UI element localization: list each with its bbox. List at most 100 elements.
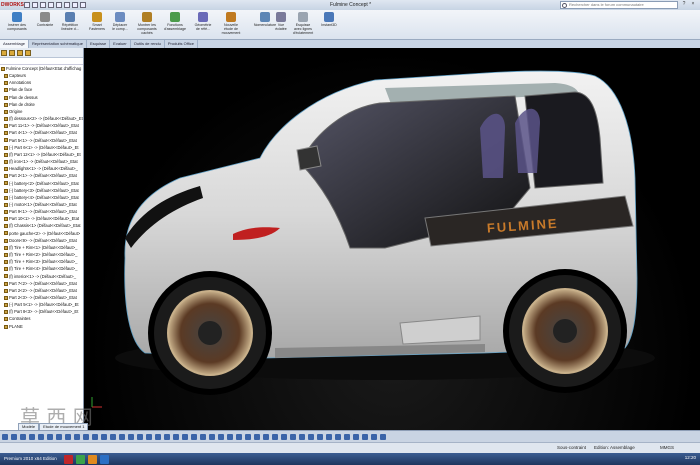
tab-3[interactable]: Evaluer: [110, 40, 131, 48]
tree-filter[interactable]: [0, 58, 83, 65]
sweep-icon[interactable]: [281, 433, 287, 440]
tree-item[interactable]: Capteurs: [0, 72, 83, 79]
pan-icon[interactable]: [83, 433, 89, 440]
help-icon[interactable]: ?: [681, 1, 687, 8]
isometric-view-icon[interactable]: [56, 433, 62, 440]
tree-item[interactable]: (-) Part 6<1> -> (Défaut<<Défaut>_Et: [0, 144, 83, 151]
reference-plane-icon[interactable]: [335, 433, 341, 440]
hole-wizard-icon[interactable]: [326, 433, 332, 440]
curves-icon[interactable]: [362, 433, 368, 440]
tree-item[interactable]: Part 10<1> -> (Défaut<<Défaut>_Etat: [0, 215, 83, 222]
tree-item[interactable]: Part 9<1> -> (Défaut<<Défaut>_Etat: [0, 208, 83, 215]
car-model[interactable]: FULMINE: [85, 48, 700, 430]
revolve-icon[interactable]: [272, 433, 278, 440]
smart-dimension-icon[interactable]: [182, 433, 188, 440]
mirror-icon[interactable]: [227, 433, 233, 440]
sketch-icon[interactable]: [173, 433, 179, 440]
rotate-icon[interactable]: [74, 433, 80, 440]
shell-icon[interactable]: [299, 433, 305, 440]
taskbar-solidworks[interactable]: Premium 2010 x64 Edition: [0, 454, 61, 464]
tree-item[interactable]: Origine: [0, 108, 83, 115]
graphics-area[interactable]: ⌕ ⌕ ↶ ◧ ⬒ ◼ ◎ ◐ ◍ ▣ ▫▫▫: [85, 48, 700, 430]
perspective-icon[interactable]: [128, 433, 134, 440]
tree-item[interactable]: (-) battery<4> (Défaut<<Défaut>_Etat: [0, 194, 83, 201]
tree-item[interactable]: (-) battery<2> (Défaut<<Défaut>_Etat: [0, 180, 83, 187]
extrude-icon[interactable]: [263, 433, 269, 440]
tree-item[interactable]: porte gauche<2> -> (Défaut<<Défaut>: [0, 230, 83, 237]
configuration-manager-icon[interactable]: [17, 49, 23, 56]
tree-item[interactable]: Headlights<1> -> (Défaut<<Défaut>_: [0, 165, 83, 172]
tree-item[interactable]: Part 5<1> -> (Défaut<<Défaut>_Etat: [0, 137, 83, 144]
tree-item[interactable]: Part 11<1> -> (Défaut<<Défaut>_Etat: [0, 122, 83, 129]
tree-item[interactable]: (-) battery<3> (Défaut<<Défaut>_Etat: [0, 187, 83, 194]
tree-item[interactable]: Plan de face: [0, 86, 83, 93]
hidden-lines-icon[interactable]: [119, 433, 125, 440]
tree-item[interactable]: (-) Part 5<1> -> (Défaut<<Défaut>_Et: [0, 301, 83, 308]
tree-item[interactable]: Plan de droite: [0, 101, 83, 108]
ribbon-command[interactable]: Fonctions d'assemblage: [160, 12, 190, 31]
zoom-icon[interactable]: [92, 433, 98, 440]
ribbon-command[interactable]: Géométrie de réfé...: [188, 12, 218, 31]
tree-item[interactable]: Plan de dessus: [0, 94, 83, 101]
arc-icon[interactable]: [209, 433, 215, 440]
pattern-icon[interactable]: [236, 433, 242, 440]
tree-item[interactable]: Part 2<3> -> (Défaut<<Défaut>_Etat: [0, 294, 83, 301]
draft-icon[interactable]: [308, 433, 314, 440]
top-view-icon[interactable]: [38, 433, 44, 440]
taskbar-app-icon[interactable]: [75, 454, 85, 464]
tree-item[interactable]: (f) Chassis<1> (Défaut<<Défaut>_Etat: [0, 222, 83, 229]
tree-item[interactable]: (f) iron<1> -> (Défaut<<Défaut>_Etat: [0, 158, 83, 165]
coordinate-system-icon[interactable]: [353, 433, 359, 440]
normal-to-icon[interactable]: [65, 433, 71, 440]
left-view-icon[interactable]: [20, 433, 26, 440]
property-manager-icon[interactable]: [9, 49, 15, 56]
back-view-icon[interactable]: [11, 433, 17, 440]
tree-item[interactable]: (f) dessous<2> -> (Défaut<<Défaut>_Et: [0, 115, 83, 122]
ribbon-command[interactable]: Nouvelle étude de mouvement: [216, 12, 246, 35]
reference-axis-icon[interactable]: [344, 433, 350, 440]
tree-item[interactable]: (f) Tire + Rim<4> (Défaut<<Défaut>_: [0, 265, 83, 272]
ribbon-command[interactable]: Montrer les composants cachés: [132, 12, 162, 35]
tab-0[interactable]: Assemblage: [0, 40, 30, 48]
front-view-icon[interactable]: [2, 433, 8, 440]
save-icon[interactable]: [40, 2, 46, 8]
new-document-icon[interactable]: [24, 2, 30, 8]
community-search-input[interactable]: Rechercher dans le forum communautaire: [560, 1, 678, 9]
tree-item[interactable]: (f) Part 12<1> -> (Défaut<<Défaut>_Et: [0, 151, 83, 158]
options-icon[interactable]: [80, 2, 86, 8]
tab-2[interactable]: Esquisse: [87, 40, 111, 48]
wireframe-icon[interactable]: [110, 433, 116, 440]
ribbon-command[interactable]: Répétition linéaire d...: [55, 12, 85, 31]
right-view-icon[interactable]: [29, 433, 35, 440]
print-icon[interactable]: [48, 2, 54, 8]
tree-item[interactable]: Fulmine Concept (Défaut<Etat d'affichag: [0, 65, 83, 72]
taskbar-app-icon[interactable]: [87, 454, 97, 464]
ribbon-command[interactable]: Instant3D: [314, 12, 344, 27]
loft-icon[interactable]: [290, 433, 296, 440]
tree-item[interactable]: (f) Part 8<3> -> (Défaut<<Défaut>_Et: [0, 308, 83, 315]
tree-item[interactable]: (f) interior<1> -> (Défaut<<Défaut>_: [0, 273, 83, 280]
weldments-icon[interactable]: [380, 433, 386, 440]
tab-5[interactable]: Produits Office: [165, 40, 199, 48]
line-icon[interactable]: [191, 433, 197, 440]
tree-item[interactable]: Part 4<1> -> (Défaut<<Défaut>_Etat: [0, 129, 83, 136]
taskbar-app-icon[interactable]: [63, 454, 73, 464]
shadows-icon[interactable]: [137, 433, 143, 440]
tab-1[interactable]: Représentation schématique: [29, 40, 87, 48]
tree-item[interactable]: Annotations: [0, 79, 83, 86]
tree-item[interactable]: Contraintes: [0, 315, 83, 322]
trim-icon[interactable]: [218, 433, 224, 440]
ribbon-command[interactable]: Insérer des composants: [2, 12, 32, 31]
tree-item[interactable]: Doors<9> -> (Défaut<<Défaut>_Etat: [0, 237, 83, 244]
tree-item[interactable]: Part 2<1> -> (Défaut<<Défaut>_Etat: [0, 172, 83, 179]
rebuild-icon[interactable]: [72, 2, 78, 8]
bottom-view-icon[interactable]: [47, 433, 53, 440]
interference-icon[interactable]: [155, 433, 161, 440]
fillet-icon[interactable]: [245, 433, 251, 440]
tab-4[interactable]: Outils de rendu: [131, 40, 165, 48]
dim-xpert-icon[interactable]: [25, 49, 31, 56]
chamfer-icon[interactable]: [254, 433, 260, 440]
tree-item[interactable]: Part 7<2> -> (Défaut<<Défaut>_Etat: [0, 280, 83, 287]
mass-properties-icon[interactable]: [164, 433, 170, 440]
shaded-icon[interactable]: [101, 433, 107, 440]
